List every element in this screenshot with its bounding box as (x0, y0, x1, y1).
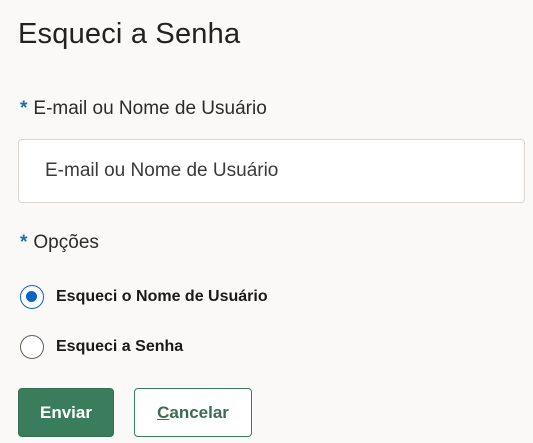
radio-forgot-password[interactable] (20, 335, 44, 359)
option-forgot-username-label: Esqueci o Nome de Usuário (56, 288, 268, 305)
cancel-mnemonic: C (157, 402, 170, 422)
option-forgot-password[interactable]: Esqueci a Senha (20, 335, 183, 359)
identifier-field-container (18, 139, 525, 203)
send-button[interactable]: Enviar (18, 388, 114, 437)
option-forgot-password-label: Esqueci a Senha (56, 338, 184, 355)
cancel-button[interactable]: Cancelar (134, 388, 252, 437)
required-marker: * (20, 98, 28, 119)
options-label: * Opções (20, 232, 99, 254)
forgot-password-panel: Esqueci a Senha * E-mail ou Nome de Usuár… (0, 0, 533, 443)
identifier-label: * E-mail ou Nome de Usuário (20, 98, 267, 120)
radio-forgot-username[interactable] (20, 285, 44, 309)
cancel-label-rest: ancelar (169, 402, 229, 422)
required-marker: * (20, 232, 28, 253)
identifier-input[interactable] (19, 140, 524, 202)
options-label-text: Opções (33, 232, 99, 253)
page-title: Esqueci a Senha (18, 18, 241, 50)
option-forgot-username[interactable]: Esqueci o Nome de Usuário (20, 285, 268, 309)
identifier-label-text: E-mail ou Nome de Usuário (33, 98, 267, 119)
